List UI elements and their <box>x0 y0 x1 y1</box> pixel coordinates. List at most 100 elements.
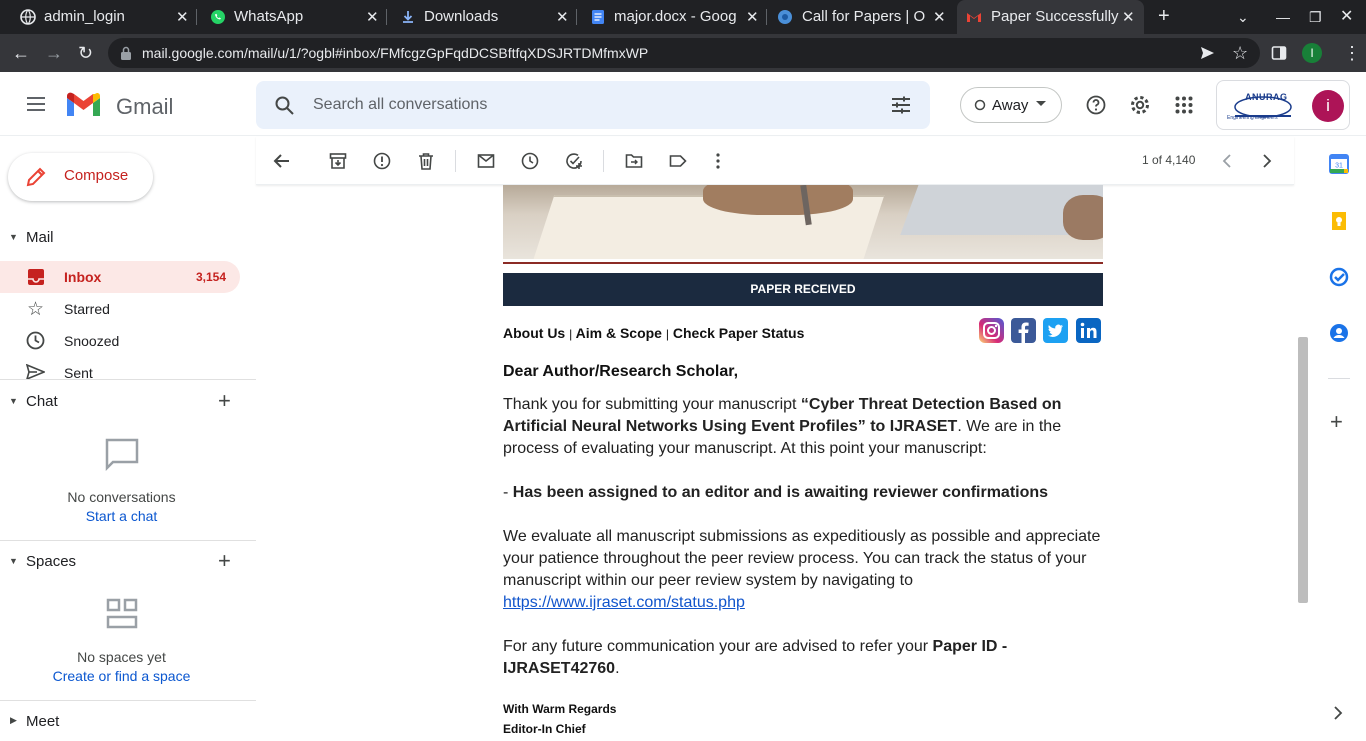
content-scrollbar[interactable] <box>1298 337 1308 603</box>
sidebar-item-label: Starred <box>64 301 110 317</box>
rail-divider <box>1328 378 1350 379</box>
older-chevron-icon[interactable] <box>1260 153 1274 169</box>
delete-trash-icon[interactable] <box>417 152 435 170</box>
calendar-icon[interactable]: 31 <box>1329 154 1349 174</box>
account-avatar[interactable]: i <box>1312 90 1344 122</box>
send-to-device-icon[interactable] <box>1199 45 1215 61</box>
sidebar-divider <box>0 379 256 380</box>
tab-title: WhatsApp <box>234 8 304 25</box>
newer-chevron-icon[interactable] <box>1220 153 1234 169</box>
get-addons-plus-icon[interactable]: + <box>1330 409 1343 435</box>
pencil-icon <box>26 167 46 187</box>
create-space-link[interactable]: Create or find a space <box>0 668 243 684</box>
gmail-logo-icon[interactable] <box>65 92 102 118</box>
instagram-icon[interactable] <box>979 318 1004 343</box>
globe-icon <box>20 9 36 25</box>
new-chat-plus-icon[interactable]: + <box>218 388 231 414</box>
move-to-folder-icon[interactable] <box>625 152 643 170</box>
message-toolbar <box>256 137 1294 185</box>
close-tab-icon[interactable]: ✕ <box>1122 8 1135 26</box>
reload-icon[interactable]: ↻ <box>78 44 93 62</box>
archive-icon[interactable] <box>329 152 347 170</box>
mark-unread-icon[interactable] <box>477 152 495 170</box>
keep-icon[interactable] <box>1330 211 1348 231</box>
collapse-mail-icon[interactable]: ▼ <box>9 232 18 242</box>
org-logo: ANURAG Engineering Engineers <box>1223 90 1303 122</box>
tab-whatsapp[interactable]: WhatsApp ✕ <box>197 0 387 34</box>
collapse-spaces-icon[interactable]: ▼ <box>9 556 18 566</box>
new-space-plus-icon[interactable]: + <box>218 548 231 574</box>
facebook-icon[interactable] <box>1011 318 1036 343</box>
help-icon[interactable] <box>1086 95 1106 115</box>
lock-icon <box>121 46 131 60</box>
hand-shape <box>703 185 853 215</box>
side-panel-icon[interactable] <box>1271 45 1287 61</box>
search-options-icon[interactable] <box>891 96 911 114</box>
about-us-link[interactable]: About Us <box>503 325 565 341</box>
tab-paper-successfully[interactable]: Paper Successfully ✕ <box>957 0 1144 34</box>
tab-search-icon[interactable]: ⌄ <box>1237 8 1249 26</box>
apps-grid-icon[interactable] <box>1175 96 1193 114</box>
sidebar-item-sent[interactable]: Sent <box>0 357 240 379</box>
minimize-icon[interactable]: — <box>1276 8 1290 26</box>
settings-gear-icon[interactable] <box>1129 94 1151 116</box>
more-options-icon[interactable] <box>709 152 727 170</box>
tab-admin-login[interactable]: admin_login ✕ <box>0 0 197 34</box>
close-tab-icon[interactable]: ✕ <box>556 8 569 26</box>
meet-section-header[interactable]: Meet <box>26 713 59 730</box>
back-to-inbox-icon[interactable] <box>273 152 291 170</box>
report-spam-icon[interactable] <box>373 152 391 170</box>
compose-label: Compose <box>64 167 129 184</box>
chat-section-header[interactable]: Chat <box>26 393 58 410</box>
org-logo-text: ANURAG <box>1245 92 1288 102</box>
spaces-section-header[interactable]: Spaces <box>26 553 76 570</box>
tab-title: Paper Successfully <box>991 8 1119 25</box>
nav-separator: | <box>665 327 669 341</box>
status-page-link[interactable]: https://www.ijraset.com/status.php <box>503 594 745 611</box>
download-icon <box>403 11 413 23</box>
send-icon <box>26 364 45 379</box>
profile-avatar[interactable]: I <box>1302 43 1322 63</box>
back-icon[interactable]: ← <box>12 44 30 62</box>
search-input[interactable]: Search all conversations <box>313 96 487 114</box>
close-tab-icon[interactable]: ✕ <box>176 8 189 26</box>
show-side-panel-chevron-icon[interactable] <box>1333 706 1343 720</box>
status-circle-icon <box>974 99 986 111</box>
new-tab-icon[interactable]: + <box>1158 6 1170 26</box>
label-icon[interactable] <box>669 152 687 170</box>
chat-bubble-icon <box>105 438 139 472</box>
aim-scope-link[interactable]: Aim & Scope <box>576 325 662 341</box>
tab-major-docx[interactable]: major.docx - Goog ✕ <box>577 0 767 34</box>
main-menu-icon[interactable] <box>26 96 46 112</box>
close-tab-icon[interactable]: ✕ <box>746 8 759 26</box>
contacts-icon[interactable] <box>1329 323 1349 343</box>
status-label: Away <box>992 97 1029 114</box>
tasks-icon[interactable] <box>1329 267 1349 287</box>
restore-icon[interactable]: ❐ <box>1309 8 1322 26</box>
search-icon[interactable] <box>275 96 294 115</box>
expand-meet-icon[interactable]: ▶ <box>10 715 17 726</box>
mail-section-header[interactable]: Mail <box>26 229 54 246</box>
close-window-icon[interactable]: ✕ <box>1340 8 1353 26</box>
add-to-tasks-icon[interactable] <box>565 152 583 170</box>
close-tab-icon[interactable]: ✕ <box>366 8 379 26</box>
tab-downloads[interactable]: Downloads ✕ <box>387 0 577 34</box>
twitter-icon[interactable] <box>1043 318 1068 343</box>
start-chat-link[interactable]: Start a chat <box>0 508 243 524</box>
docs-icon <box>592 10 604 24</box>
close-tab-icon[interactable]: ✕ <box>933 8 946 26</box>
check-status-link[interactable]: Check Paper Status <box>673 325 805 341</box>
collapse-chat-icon[interactable]: ▼ <box>9 396 18 406</box>
url-text[interactable]: mail.google.com/mail/u/1/?ogbl#inbox/FMf… <box>142 45 648 61</box>
linkedin-icon[interactable] <box>1076 318 1101 343</box>
email-paragraph-3: For any future communication your are ad… <box>503 638 1008 677</box>
email-greeting: Dear Author/Research Scholar, <box>503 363 739 380</box>
tab-call-for-papers[interactable]: Call for Papers | O ✕ <box>767 0 957 34</box>
pagination-text: 1 of 4,140 <box>1142 153 1196 167</box>
tab-title: admin_login <box>44 8 125 25</box>
tab-title: Downloads <box>424 8 499 25</box>
snooze-clock-icon[interactable] <box>521 152 539 170</box>
forward-icon[interactable]: → <box>45 44 63 62</box>
browser-menu-icon[interactable]: ⋮ <box>1343 44 1361 62</box>
bookmark-star-icon[interactable]: ☆ <box>1232 44 1248 62</box>
